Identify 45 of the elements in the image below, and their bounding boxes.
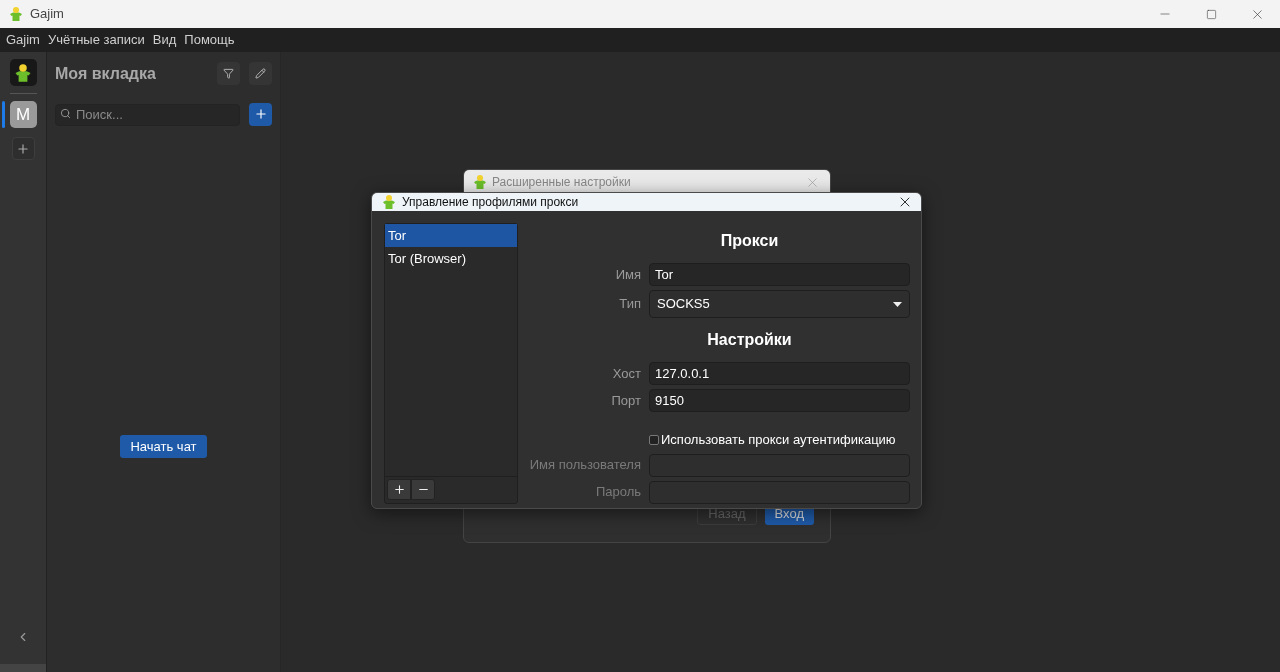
search-field[interactable]: Поиск... <box>55 103 240 126</box>
field-label: Имя <box>614 265 641 284</box>
dropdown-caret-icon <box>893 301 902 307</box>
maximize-icon <box>1205 8 1217 20</box>
window-title: Gajim <box>30 5 64 24</box>
field-label: Порт <box>610 391 641 410</box>
filter-icon <box>223 68 234 79</box>
profile-item[interactable]: Tor <box>385 224 517 247</box>
pencil-icon <box>255 68 266 79</box>
field-label: Хост <box>611 364 641 383</box>
filter-button[interactable] <box>217 62 240 85</box>
app-logo-icon <box>8 6 24 22</box>
rail-footer <box>0 664 46 672</box>
edit-button[interactable] <box>249 62 272 85</box>
menu-item[interactable]: Учётные записи <box>43 30 149 50</box>
plus-icon <box>392 483 406 496</box>
checkbox[interactable] <box>649 434 659 445</box>
section-heading: Прокси <box>719 231 780 251</box>
input-field[interactable]: Tor <box>649 263 910 286</box>
logo-icon <box>381 194 397 210</box>
menu-item[interactable]: Вид <box>148 30 181 50</box>
type-dropdown[interactable]: SOCKS5 <box>649 290 910 318</box>
plus-icon <box>253 107 268 121</box>
input-field[interactable]: 127.0.0.1 <box>649 362 910 385</box>
add-profile-button[interactable] <box>387 479 411 500</box>
field-label: Пароль <box>594 483 641 502</box>
dialog-title: Управление профилями прокси <box>402 194 579 211</box>
profile-item[interactable]: Tor (Browser) <box>385 247 517 270</box>
field-label: Тип <box>618 295 641 314</box>
logo-icon <box>472 174 488 190</box>
search-icon <box>60 108 71 119</box>
start-chat-button[interactable]: Начать чат <box>120 435 207 458</box>
input-field[interactable]: 9150 <box>649 389 910 412</box>
auth-checkbox[interactable]: Использовать прокси аутентификацию <box>649 430 910 450</box>
dialog-title: Расширенные настройки <box>492 174 631 191</box>
field-label: Имя пользователя <box>528 456 641 475</box>
plus-icon <box>16 141 30 156</box>
section-heading: Настройки <box>706 330 793 350</box>
new-chat-button[interactable] <box>249 102 272 126</box>
menu-item[interactable]: Gajim <box>2 30 44 50</box>
app-logo-tile[interactable] <box>9 59 37 86</box>
menu-item[interactable]: Помощь <box>180 30 239 50</box>
sidebar-title: Моя вкладка <box>55 63 156 84</box>
add-account-button[interactable] <box>11 137 35 160</box>
logo-icon <box>13 62 33 83</box>
